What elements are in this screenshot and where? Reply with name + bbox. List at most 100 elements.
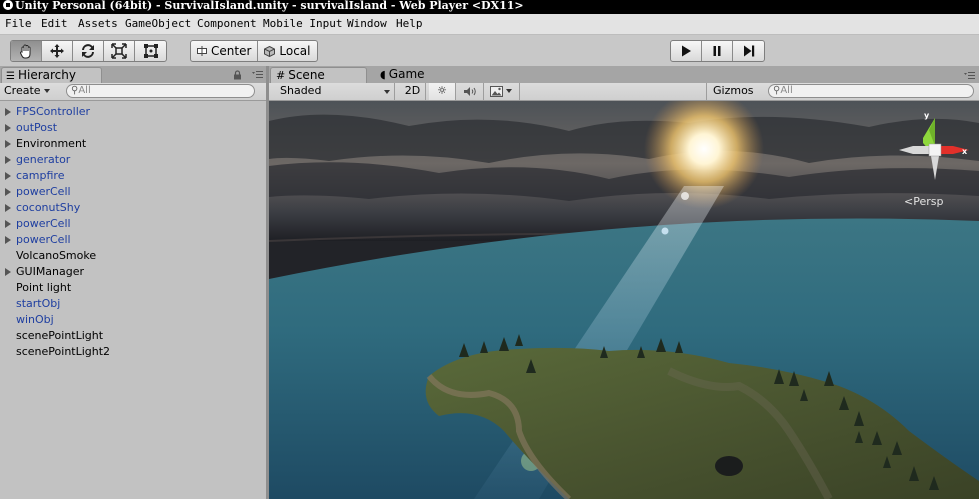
menu-assets[interactable]: Assets	[78, 17, 118, 30]
hierarchy-item[interactable]: VolcanoSmoke	[0, 248, 266, 264]
expand-arrow-icon[interactable]	[5, 188, 11, 196]
pivot-center-button[interactable]: Center	[191, 41, 259, 61]
main-toolbar: Center Local	[0, 35, 979, 66]
hierarchy-item[interactable]: powerCell	[0, 232, 266, 248]
mode-2d-toggle[interactable]: 2D	[400, 83, 426, 100]
create-dropdown[interactable]: Create	[4, 84, 50, 98]
create-label: Create	[4, 84, 41, 97]
hierarchy-item-label: startObj	[16, 297, 61, 310]
gizmos-label: Gizmos	[713, 84, 754, 97]
hierarchy-item[interactable]: FPSController	[0, 104, 266, 120]
hierarchy-item[interactable]: outPost	[0, 120, 266, 136]
move-tool-button[interactable]	[42, 41, 73, 61]
hierarchy-item-label: Point light	[16, 281, 72, 294]
step-icon	[743, 45, 754, 57]
hierarchy-item[interactable]: Environment	[0, 136, 266, 152]
scene-viewport[interactable]	[269, 101, 979, 499]
scale-tool-button[interactable]	[104, 41, 135, 61]
menu-mobile-input[interactable]: Mobile Input	[263, 17, 342, 30]
menu-window[interactable]: Window	[347, 17, 387, 30]
projection-label[interactable]: <Persp	[904, 195, 943, 208]
pivot-toggles: Center Local	[190, 40, 318, 62]
unity-logo-icon	[3, 0, 13, 10]
step-button[interactable]	[733, 41, 764, 61]
menu-edit[interactable]: Edit	[41, 17, 68, 30]
dropdown-arrow-icon	[384, 90, 390, 94]
hierarchy-tab-label: Hierarchy	[17, 68, 76, 82]
hierarchy-item-label: FPSController	[16, 105, 91, 118]
game-tab-label: Game	[388, 67, 425, 81]
hierarchy-search-input[interactable]: ⚲All	[66, 84, 255, 98]
hierarchy-item[interactable]: generator	[0, 152, 266, 168]
expand-arrow-icon[interactable]	[5, 140, 11, 148]
hierarchy-item[interactable]: scenePointLight	[0, 328, 266, 344]
pause-button[interactable]	[702, 41, 733, 61]
tab-game[interactable]: ◖ Game	[377, 67, 457, 83]
hierarchy-item-label: scenePointLight2	[16, 345, 111, 358]
tab-hierarchy[interactable]: ☰ Hierarchy	[1, 67, 102, 83]
panel-menu-icon[interactable]	[964, 72, 975, 80]
hand-tool-button[interactable]	[11, 41, 42, 61]
hierarchy-item[interactable]: coconutShy	[0, 200, 266, 216]
scene-toolbar: Shaded 2D ☼ Gizmos ⚲All	[269, 83, 979, 109]
expand-arrow-icon[interactable]	[5, 108, 11, 116]
hierarchy-item[interactable]: powerCell	[0, 184, 266, 200]
hierarchy-item-label: campfire	[16, 169, 65, 182]
shading-mode-dropdown[interactable]: Shaded	[269, 83, 395, 100]
hierarchy-tab-row: ☰ Hierarchy	[0, 66, 266, 83]
playback-controls	[670, 40, 765, 62]
pivot-local-label: Local	[279, 44, 311, 58]
effects-dropdown[interactable]	[485, 83, 520, 100]
mode-2d-label: 2D	[404, 84, 421, 97]
menu-file[interactable]: File	[5, 17, 32, 30]
pacman-icon: ◖	[380, 68, 386, 81]
menu-help[interactable]: Help	[396, 17, 423, 30]
hierarchy-item[interactable]: powerCell	[0, 216, 266, 232]
hierarchy-item-label: winObj	[16, 313, 54, 326]
hand-tool-icon	[20, 44, 31, 59]
transform-tools	[10, 40, 167, 62]
hierarchy-item[interactable]: scenePointLight2	[0, 344, 266, 360]
hierarchy-panel: ☰ Hierarchy Create ⚲All FPSController outP…	[0, 66, 266, 499]
move-tool-icon	[50, 44, 64, 58]
audio-toggle[interactable]	[457, 83, 484, 100]
expand-arrow-icon[interactable]	[5, 268, 11, 276]
expand-arrow-icon[interactable]	[5, 236, 11, 244]
lock-icon[interactable]	[233, 70, 242, 80]
grid-icon: #	[276, 69, 286, 82]
expand-arrow-icon[interactable]	[5, 172, 11, 180]
orientation-gizmo-icon[interactable]: y x	[895, 110, 975, 190]
hierarchy-toolbar: Create ⚲All	[0, 83, 266, 101]
rotate-tool-icon	[82, 44, 94, 58]
panel-menu-icon[interactable]	[252, 71, 263, 79]
gizmo-x-label: x	[962, 147, 968, 156]
hierarchy-item[interactable]: startObj	[0, 296, 266, 312]
hierarchy-item[interactable]: GUIManager	[0, 264, 266, 280]
tab-scene[interactable]: # Scene	[270, 67, 367, 83]
lighting-toggle[interactable]: ☼	[429, 83, 456, 100]
hierarchy-item[interactable]: Point light	[0, 280, 266, 296]
rotate-tool-button[interactable]	[73, 41, 104, 61]
expand-arrow-icon[interactable]	[5, 220, 11, 228]
gizmos-dropdown[interactable]: Gizmos	[706, 83, 762, 109]
scene-search-placeholder: All	[780, 85, 793, 96]
hierarchy-item[interactable]: winObj	[0, 312, 266, 328]
scale-tool-icon	[111, 43, 127, 59]
hierarchy-list: FPSController outPost Environment generator…	[0, 104, 266, 360]
window-title-bar: Unity Personal (64bit) - SurvivalIsland.…	[0, 0, 979, 14]
expand-arrow-icon[interactable]	[5, 124, 11, 132]
hierarchy-item-label: scenePointLight	[16, 329, 104, 342]
pause-icon	[713, 46, 721, 56]
local-cube-icon	[264, 45, 276, 57]
expand-arrow-icon[interactable]	[5, 156, 11, 164]
pivot-local-button[interactable]: Local	[258, 41, 316, 61]
rect-tool-button[interactable]	[135, 41, 166, 61]
expand-arrow-icon[interactable]	[5, 204, 11, 212]
hierarchy-item-label: GUIManager	[16, 265, 85, 278]
hierarchy-item[interactable]: campfire	[0, 168, 266, 184]
menu-component[interactable]: Component	[197, 17, 257, 30]
scene-search-input[interactable]: ⚲All	[768, 84, 974, 98]
image-effects-icon	[490, 85, 503, 97]
menu-gameobject[interactable]: GameObject	[125, 17, 191, 30]
play-button[interactable]	[671, 41, 702, 61]
